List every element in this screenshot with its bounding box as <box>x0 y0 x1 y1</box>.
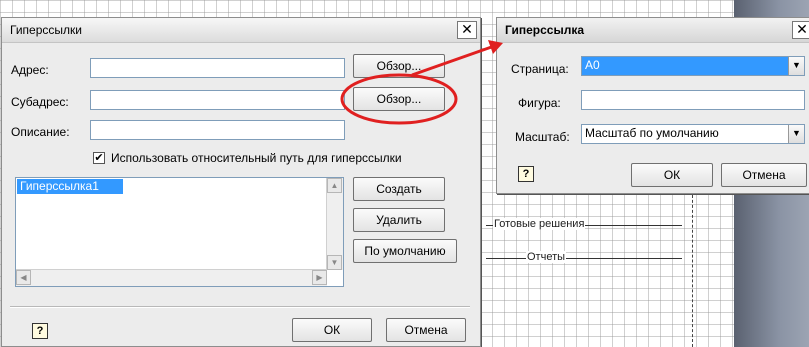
list-item[interactable]: Гиперссылка1 <box>17 179 123 194</box>
default-button[interactable]: По умолчанию <box>353 239 457 263</box>
address-label: Адрес: <box>11 63 49 77</box>
checkmark-icon: ✔ <box>94 152 104 164</box>
hyperlink-dialog: Гиперссылка ✕ Страница: А0 ▼ Фигура: Мас… <box>496 17 809 194</box>
dialog-title: Гиперссылки <box>10 23 82 37</box>
close-icon: ✕ <box>461 21 473 37</box>
ok-button[interactable]: ОК <box>292 318 372 342</box>
scroll-right-icon[interactable]: ▶ <box>312 270 327 285</box>
page-value: А0 <box>585 58 600 72</box>
close-button[interactable]: ✕ <box>457 21 477 39</box>
diagram-dashed-line <box>692 190 693 347</box>
cancel-button[interactable]: Отмена <box>386 318 466 342</box>
scale-label: Масштаб: <box>515 130 570 144</box>
delete-button[interactable]: Удалить <box>353 208 445 232</box>
relative-path-label: Использовать относительный путь для гипе… <box>111 151 402 165</box>
relative-path-checkbox[interactable]: ✔ <box>93 152 105 164</box>
vertical-scrollbar[interactable]: ▲ ▼ <box>326 178 343 270</box>
address-input[interactable] <box>90 58 345 78</box>
hyperlink-list[interactable]: Гиперссылка1 ▲ ▼ ◀ ▶ <box>15 177 344 287</box>
create-button[interactable]: Создать <box>353 177 445 201</box>
scale-select[interactable]: Масштаб по умолчанию ▼ <box>581 124 805 144</box>
help-icon[interactable]: ? <box>32 323 48 339</box>
description-label: Описание: <box>11 125 70 139</box>
page-label: Страница: <box>511 62 569 76</box>
close-button[interactable]: ✕ <box>792 21 809 39</box>
shape-input[interactable] <box>581 90 805 110</box>
scale-value: Масштаб по умолчанию <box>585 126 719 140</box>
chevron-down-icon[interactable]: ▼ <box>788 57 804 75</box>
ok-button[interactable]: ОК <box>631 163 713 187</box>
hyperlink-titlebar[interactable]: Гиперссылка ✕ <box>497 18 809 43</box>
shape-label: Фигура: <box>518 96 561 110</box>
browse-address-button[interactable]: Обзор... <box>353 54 445 78</box>
scroll-up-icon[interactable]: ▲ <box>327 178 342 193</box>
subaddress-label: Субадрес: <box>11 95 69 109</box>
hyperlinks-titlebar[interactable]: Гиперссылки ✕ <box>2 18 480 43</box>
description-input[interactable] <box>90 120 345 140</box>
close-icon: ✕ <box>796 21 808 37</box>
chevron-down-icon[interactable]: ▼ <box>788 125 804 143</box>
diagram-label-ready: Готовые решения <box>493 218 586 230</box>
subaddress-input[interactable] <box>90 90 345 110</box>
help-icon[interactable]: ? <box>518 166 534 182</box>
divider <box>10 306 470 308</box>
cancel-button[interactable]: Отмена <box>721 163 807 187</box>
diagram-connector <box>486 258 682 259</box>
dialog-title: Гиперссылка <box>505 23 585 37</box>
scroll-down-icon[interactable]: ▼ <box>327 255 342 270</box>
horizontal-scrollbar[interactable]: ◀ ▶ <box>16 269 327 286</box>
hyperlinks-dialog: Гиперссылки ✕ Адрес: Обзор... Субадрес: … <box>1 17 481 347</box>
browse-subaddress-button[interactable]: Обзор... <box>353 87 445 111</box>
diagram-label-reports: Отчеты <box>526 251 567 263</box>
scroll-left-icon[interactable]: ◀ <box>16 270 31 285</box>
page-select[interactable]: А0 ▼ <box>581 56 805 76</box>
